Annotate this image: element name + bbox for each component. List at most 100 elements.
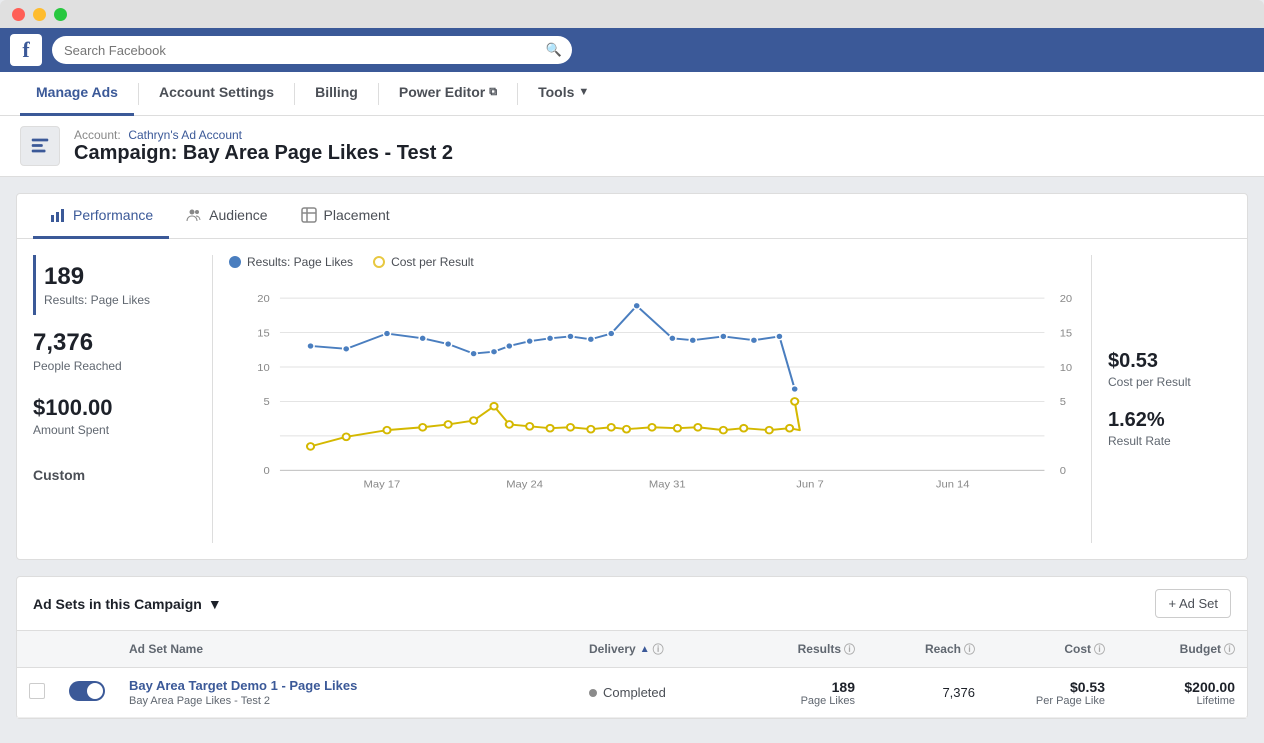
search-icon: 🔍 (546, 42, 562, 58)
tab-placement[interactable]: Placement (284, 194, 406, 239)
adsets-header: Ad Sets in this Campaign ▼ + Ad Set (17, 577, 1247, 631)
th-budget: Budget ⓘ (1117, 631, 1247, 668)
cpr-label: Cost per Result (1108, 375, 1231, 389)
performance-tabs: Performance Audience (17, 194, 1247, 239)
table-row: Bay Area Target Demo 1 - Page Likes Bay … (17, 668, 1247, 718)
performance-body: 189 Results: Page Likes 7,376 People Rea… (17, 239, 1247, 559)
campaign-title: Campaign: Bay Area Page Likes - Test 2 (74, 142, 453, 165)
th-name: Ad Set Name (117, 631, 577, 668)
nav-power-editor[interactable]: Power Editor ⧉ (383, 72, 513, 116)
add-adset-button[interactable]: + Ad Set (1155, 589, 1231, 618)
legend-results: Results: Page Likes (229, 255, 353, 269)
budget-info-icon[interactable]: ⓘ (1224, 641, 1235, 657)
legend-results-label: Results: Page Likes (247, 255, 353, 269)
budget-value: $200.00 (1129, 679, 1235, 695)
row-cost-cell: $0.53 Per Page Like (987, 668, 1117, 718)
th-delivery[interactable]: Delivery ▲ ⓘ (577, 631, 737, 668)
svg-text:15: 15 (1060, 328, 1072, 340)
dropdown-icon: ▼ (578, 86, 589, 98)
reach-value: 7,376 (33, 329, 196, 357)
th-results: Results ⓘ (737, 631, 867, 668)
th-name-label: Ad Set Name (129, 642, 203, 656)
maximize-button[interactable] (54, 8, 67, 21)
svg-text:10: 10 (1060, 362, 1072, 374)
rr-value: 1.62% (1108, 409, 1231, 432)
svg-text:May 24: May 24 (506, 479, 543, 491)
nav-billing[interactable]: Billing (299, 72, 374, 116)
table-body: Bay Area Target Demo 1 - Page Likes Bay … (17, 668, 1247, 718)
th-delivery-label: Delivery (589, 642, 636, 656)
account-link[interactable]: Cathryn's Ad Account (128, 128, 242, 142)
performance-section: Performance Audience (16, 193, 1248, 560)
main-content: Performance Audience (0, 177, 1264, 735)
delivery-status: Completed (589, 685, 725, 700)
cpr-value: $0.53 (1108, 350, 1231, 373)
search-input[interactable] (52, 36, 572, 64)
adsets-section: Ad Sets in this Campaign ▼ + Ad Set Ad S… (16, 576, 1248, 719)
right-metrics: $0.53 Cost per Result 1.62% Result Rate (1091, 255, 1231, 543)
toggle-knob (87, 683, 103, 699)
facebook-logo: f (10, 34, 42, 66)
svg-text:0: 0 (264, 465, 270, 477)
table-header: Ad Set Name Delivery ▲ ⓘ Results ⓘ (17, 631, 1247, 668)
minimize-button[interactable] (33, 8, 46, 21)
tab-audience[interactable]: Audience (169, 194, 283, 239)
nav-manage-ads[interactable]: Manage Ads (20, 72, 134, 116)
legend-results-dot (229, 256, 241, 268)
svg-text:Jun 14: Jun 14 (936, 479, 970, 491)
row-reach-cell: 7,376 (867, 668, 987, 718)
nav-separator-3 (378, 83, 379, 105)
tab-placement-label: Placement (324, 207, 390, 223)
top-navigation: Manage Ads Account Settings Billing Powe… (0, 72, 1264, 116)
search-bar: 🔍 (52, 36, 572, 64)
cost-value: $0.53 (999, 679, 1105, 695)
results-value: 189 (749, 679, 855, 695)
row-toggle[interactable] (69, 681, 105, 701)
audience-tab-icon (185, 206, 203, 224)
delivery-info-icon[interactable]: ⓘ (653, 641, 664, 657)
svg-text:10: 10 (257, 362, 269, 374)
row-checkbox-cell (17, 668, 57, 718)
reach-info-icon[interactable]: ⓘ (964, 641, 975, 657)
th-cost-label: Cost (1064, 642, 1091, 656)
legend-cost-dot (373, 256, 385, 268)
adsets-title-text: Ad Sets in this Campaign (33, 596, 202, 612)
adset-name[interactable]: Bay Area Target Demo 1 - Page Likes (129, 678, 565, 693)
svg-text:5: 5 (264, 397, 270, 409)
tab-performance[interactable]: Performance (33, 194, 169, 239)
delivery-status-text: Completed (603, 685, 666, 700)
svg-text:20: 20 (257, 293, 269, 305)
breadcrumb-container: Account: Cathryn's Ad Account Campaign: … (74, 127, 453, 165)
chart-svg: 20 15 10 5 0 20 15 10 5 0 May 17 May 24 (229, 279, 1075, 499)
legend-cost: Cost per Result (373, 255, 474, 269)
adsets-dropdown-icon[interactable]: ▼ (208, 596, 222, 612)
nav-separator (138, 83, 139, 105)
nav-separator-2 (294, 83, 295, 105)
results-type: Page Likes (749, 695, 855, 707)
cost-label: Per Page Like (999, 695, 1105, 707)
spent-stat: $100.00 Amount Spent (33, 387, 196, 445)
nav-tools[interactable]: Tools ▼ (522, 72, 605, 116)
svg-text:0: 0 (1060, 465, 1066, 477)
row-toggle-cell (57, 668, 117, 718)
results-value: 189 (44, 263, 196, 291)
close-button[interactable] (12, 8, 25, 21)
results-stat: 189 Results: Page Likes (33, 255, 196, 315)
chart-legend: Results: Page Likes Cost per Result (229, 255, 1075, 269)
row-checkbox[interactable] (29, 683, 45, 699)
tab-performance-label: Performance (73, 207, 153, 223)
svg-text:Jun 7: Jun 7 (796, 479, 823, 491)
row-name-cell: Bay Area Target Demo 1 - Page Likes Bay … (117, 668, 577, 718)
svg-text:May 31: May 31 (649, 479, 686, 491)
performance-tab-icon (49, 206, 67, 224)
facebook-logo-letter: f (22, 37, 29, 63)
spent-value: $100.00 (33, 395, 196, 421)
row-results-cell: 189 Page Likes (737, 668, 867, 718)
tab-audience-label: Audience (209, 207, 267, 223)
cost-info-icon[interactable]: ⓘ (1094, 641, 1105, 657)
svg-text:May 17: May 17 (364, 479, 401, 491)
results-info-icon[interactable]: ⓘ (844, 641, 855, 657)
nav-account-settings[interactable]: Account Settings (143, 72, 290, 116)
external-link-icon: ⧉ (489, 86, 497, 99)
svg-text:5: 5 (1060, 397, 1066, 409)
